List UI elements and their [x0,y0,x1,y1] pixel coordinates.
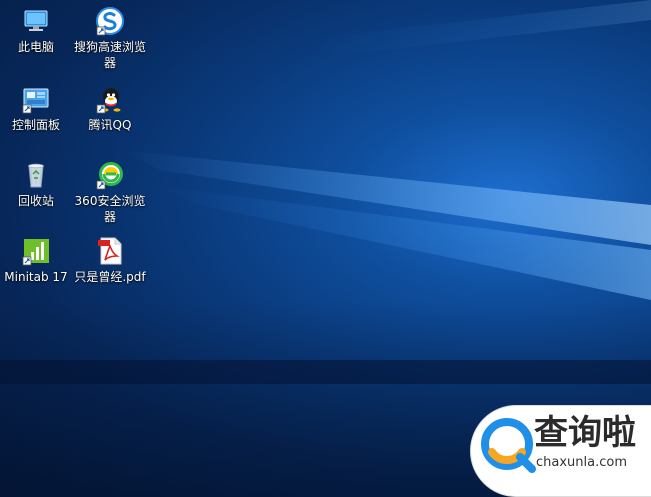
desktop-icon-sogou-browser[interactable]: 搜狗高速浏览器 [72,6,148,71]
icon-label: 此电脑 [17,40,54,54]
qq-icon [96,88,121,114]
icon-label: 360安全浏览器 [74,194,146,224]
watermark-url: chaxunla.com [536,455,627,470]
control-panel-icon [22,88,49,114]
search-magnifier-logo-icon [481,418,536,473]
desktop-icon-minitab[interactable]: Minitab 17 [0,236,74,285]
360-browser-icon [96,162,123,190]
watermark: 查询啦 chaxunla.com [470,405,651,497]
icon-label: 回收站 [17,194,54,208]
minitab-icon [22,239,49,266]
light-beam [300,0,651,55]
sogou-browser-icon [96,7,124,36]
pdf-file-icon [98,237,122,265]
desktop-icon-360-browser[interactable]: 360安全浏览器 [72,160,148,225]
watermark-title: 查询啦 [534,413,636,453]
desktop-icon-this-pc[interactable]: 此电脑 [0,6,74,55]
desktop-icon-control-panel[interactable]: 控制面板 [0,84,74,133]
icon-label: 腾讯QQ [88,118,132,132]
recycle-bin-icon [28,163,44,188]
icon-label: 搜狗高速浏览器 [73,40,146,70]
icon-label: 只是曾经.pdf [74,270,146,284]
icon-label: 控制面板 [11,118,60,132]
icon-label: Minitab 17 [4,270,68,284]
desktop-icon-recycle-bin[interactable]: 回收站 [0,160,74,209]
desktop: 此电脑 搜狗高速浏览器 控制面板 腾讯QQ 回收站 360安全浏览器 Minit… [0,0,651,497]
desktop-icon-pdf-file[interactable]: 只是曾经.pdf [72,236,148,285]
this-pc-icon [24,10,48,31]
desktop-icon-qq[interactable]: 腾讯QQ [72,84,148,133]
